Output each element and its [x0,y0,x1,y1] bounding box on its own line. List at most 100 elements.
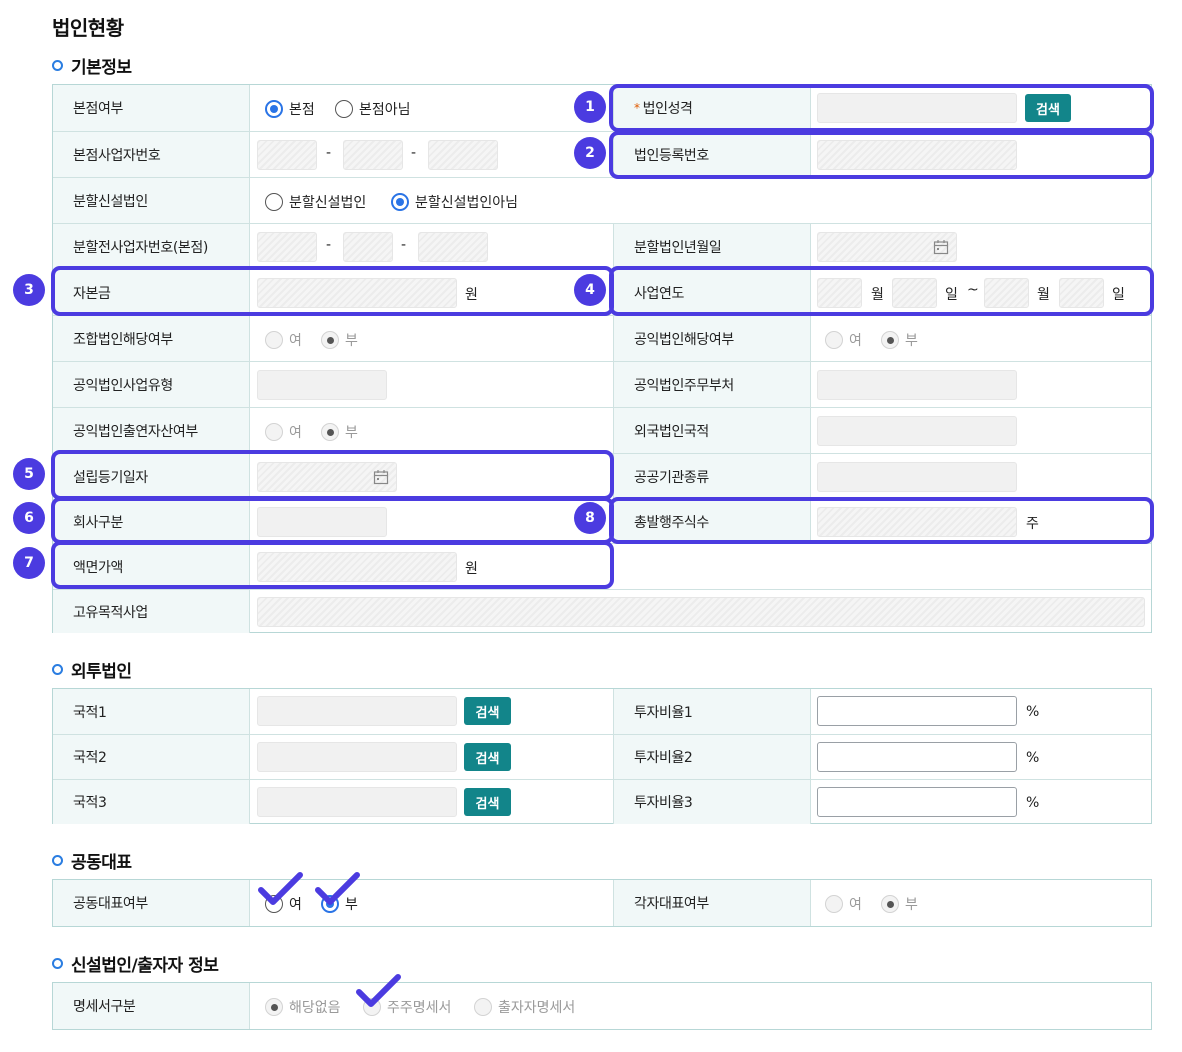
radio-label: 분할신설법인 [289,195,367,211]
badge-8: 8 [574,502,606,534]
radio-circle[interactable] [265,998,283,1016]
nat3-input[interactable] [257,787,457,817]
row-public-type: 공익법인사업유형 공익법인주무부처 [53,361,1151,407]
ratio3-input[interactable] [817,787,1017,817]
row-coop: 조합법인해당여부 여 부 공익법인해당여부 여 부 [53,315,1151,361]
radio-label: 해당없음 [289,1000,341,1016]
section-title-new-corp: 신설법인/출자자 정보 [52,951,219,976]
dash: - [401,237,407,253]
radio-asset-yes[interactable]: 여 [265,422,302,442]
radio-hq[interactable]: 본점 [265,99,315,119]
radio-public-no[interactable]: 부 [881,330,918,350]
nat2-input[interactable] [257,742,457,772]
section-title-basic: 기본정보 [52,53,132,78]
page-title: 법인현황 [52,16,124,40]
public-org-input[interactable] [817,462,1017,492]
section-foreign-label: 외투법인 [71,662,132,682]
nat-label: 국적2 [53,735,250,779]
foreign-table: 국적1 검색 투자비율1 % 국적2 검색 투자비율2 % 국적3 검색 투자비… [52,688,1152,824]
foreign-row-2: 국적2 검색 투자비율2 % [53,734,1151,779]
row-pre-split: 분할전사업자번호(본점) - - 분할법인년월일 [53,223,1151,269]
radio-circle[interactable] [265,193,283,211]
radio-label: 분할신설법인아님 [415,195,519,211]
section-bullet-icon [52,855,63,866]
radio-none[interactable]: 해당없음 [265,997,341,1017]
section-bullet-icon [52,664,63,675]
radio-circle[interactable] [265,331,283,349]
dash: - [411,145,417,161]
radio-circle[interactable] [391,193,409,211]
radio-each-no[interactable]: 부 [881,894,918,914]
section-bullet-icon [52,958,63,969]
section-bullet-icon [52,60,63,71]
ratio1-input[interactable] [817,696,1017,726]
nat-label: 국적3 [53,780,250,824]
public-dept-label: 공익법인주무부처 [613,362,811,407]
radio-circle[interactable] [825,331,843,349]
pre-split-part3[interactable] [418,232,488,262]
coop-label: 조합법인해당여부 [53,316,250,361]
foreign-nat-input[interactable] [817,416,1017,446]
radio-circle[interactable] [265,423,283,441]
radio-label: 여 [289,425,302,441]
check-mark-icon [258,872,303,905]
radio-coop-yes[interactable]: 여 [265,330,302,350]
radio-investor[interactable]: 출자자명세서 [474,997,575,1017]
section-basic-label: 기본정보 [71,58,132,78]
ratio2-input[interactable] [817,742,1017,772]
pre-split-part1[interactable] [257,232,317,262]
radio-label: 여 [849,333,862,349]
radio-circle[interactable] [321,423,339,441]
hq-bizno-part2[interactable] [343,140,403,170]
highlight-box-5 [51,450,614,500]
ratio-label: 투자비율1 [613,689,811,734]
badge-5: 5 [13,458,45,490]
radio-not-hq[interactable]: 본점아님 [335,99,411,119]
radio-asset-no[interactable]: 부 [321,422,358,442]
dash: - [326,145,332,161]
percent-unit: % [1026,704,1040,720]
radio-label: 여 [289,333,302,349]
radio-not-split[interactable]: 분할신설법인아님 [391,192,518,212]
radio-split[interactable]: 분할신설법인 [265,192,366,212]
nat2-search-button[interactable]: 검색 [464,743,511,771]
highlight-box-8 [609,497,1154,544]
public-type-label: 공익법인사업유형 [53,362,250,407]
pre-split-part2[interactable] [343,232,393,262]
calendar-icon[interactable] [933,239,949,255]
highlight-box-3 [51,266,614,316]
badge-2: 2 [574,137,606,169]
badge-4: 4 [574,274,606,306]
nat1-input[interactable] [257,696,457,726]
public-dept-input[interactable] [817,370,1017,400]
radio-label: 부 [905,333,918,349]
ratio-label: 투자비율3 [613,780,811,824]
nat3-search-button[interactable]: 검색 [464,788,511,816]
percent-unit: % [1026,750,1040,766]
hq-bizno-part3[interactable] [428,140,498,170]
radio-circle[interactable] [265,100,283,118]
highlight-box-7 [51,541,614,589]
purpose-input[interactable] [257,597,1145,627]
nat1-search-button[interactable]: 검색 [464,697,511,725]
radio-circle[interactable] [881,895,899,913]
check-mark-icon [315,872,360,905]
radio-coop-no[interactable]: 부 [321,330,358,350]
radio-label: 부 [345,425,358,441]
badge-6: 6 [13,502,45,534]
radio-circle[interactable] [335,100,353,118]
hq-bizno-label: 본점사업자번호 [53,132,250,177]
foreign-nat-label: 외국법인국적 [613,408,811,453]
radio-circle[interactable] [474,998,492,1016]
public-type-input[interactable] [257,370,387,400]
hq-bizno-part1[interactable] [257,140,317,170]
radio-circle[interactable] [881,331,899,349]
radio-public-yes[interactable]: 여 [825,330,862,350]
radio-circle[interactable] [321,331,339,349]
radio-each-yes[interactable]: 여 [825,894,862,914]
ratio-label: 투자비율2 [613,735,811,779]
badge-1: 1 [574,91,606,123]
split-date-input[interactable] [817,232,957,262]
foreign-row-3: 국적3 검색 투자비율3 % [53,779,1151,824]
radio-circle[interactable] [825,895,843,913]
